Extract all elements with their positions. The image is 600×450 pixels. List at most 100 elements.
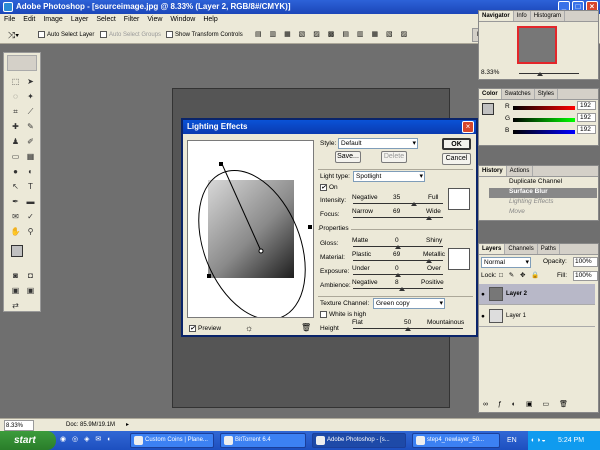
tab-channels[interactable]: Channels (505, 244, 538, 254)
type-tool-icon[interactable]: T (24, 180, 37, 193)
trash-icon[interactable]: 🗑 (301, 323, 311, 332)
opacity-value[interactable]: 100% (573, 257, 598, 267)
taskbar-item[interactable]: step4_newlayer_50... (412, 433, 500, 448)
delete-button[interactable]: Delete (381, 151, 407, 163)
save-button[interactable]: Save... (335, 151, 361, 163)
hand-tool-icon[interactable]: ✋ (9, 225, 22, 238)
tab-navigator[interactable]: Navigator (479, 11, 514, 21)
menu-file[interactable]: File (0, 14, 19, 26)
imageready-icon[interactable]: ⇄ (9, 299, 22, 312)
color-fg-swatch[interactable] (482, 103, 494, 115)
tab-history[interactable]: History (479, 166, 507, 176)
light-color-swatch[interactable] (448, 188, 470, 210)
shape-tool-icon[interactable]: ▬ (24, 195, 37, 208)
layer-row[interactable]: ● Layer 1 (479, 306, 595, 327)
notes-tool-icon[interactable]: ✉ (9, 210, 22, 223)
menu-select[interactable]: Select (92, 14, 119, 26)
auto-select-groups-option[interactable]: Auto Select Groups (100, 26, 161, 44)
tray-icons[interactable]: ◐◑◒ (531, 431, 547, 450)
lock-icons[interactable]: □ ✎ ✥ 🔒 (499, 271, 541, 279)
ambient-color-swatch[interactable] (448, 248, 470, 270)
height-slider[interactable] (353, 327, 463, 331)
screen-mode-icon[interactable]: ▣ (9, 284, 22, 297)
pen-tool-icon[interactable]: ✒ (9, 195, 22, 208)
align-buttons[interactable]: ▤ ▥ ▦ ▧ ▨ ▩ ▤ ▥ ▦ ▧ ▨ (255, 26, 410, 44)
zoom-tool-icon[interactable]: ⚲ (24, 225, 37, 238)
healing-brush-icon[interactable]: ✚ (9, 120, 22, 133)
dialog-close-button[interactable]: × (462, 121, 474, 133)
show-transform-controls-option[interactable]: Show Transform Controls (166, 26, 243, 44)
move-tool-icon[interactable]: ⤨▾ (8, 26, 19, 44)
quick-launch-icons[interactable]: ◉ ◎ ◈ ✉ ◐ (60, 435, 113, 443)
tab-styles[interactable]: Styles (535, 89, 559, 99)
spotlight-ellipse[interactable] (188, 141, 314, 318)
eraser-tool-icon[interactable]: ▭ (9, 150, 22, 163)
material-slider[interactable] (353, 259, 443, 263)
fill-value[interactable]: 100% (573, 271, 598, 281)
cancel-button[interactable]: Cancel (442, 153, 471, 165)
crop-tool-icon[interactable]: ⌗ (9, 105, 22, 118)
slice-tool-icon[interactable]: ⟋ (24, 105, 37, 118)
marquee-tool-icon[interactable]: ⬚ (9, 75, 22, 88)
tab-color[interactable]: Color (479, 89, 502, 99)
move-tool-icon[interactable]: ➤ (24, 75, 37, 88)
light-type-select[interactable]: Spotlight (353, 171, 425, 182)
g-value[interactable]: 192 (577, 113, 596, 122)
dodge-tool-icon[interactable]: ◐ (24, 165, 37, 178)
language-indicator[interactable]: EN (507, 431, 517, 450)
foreground-color-swatch[interactable] (11, 245, 23, 257)
tab-paths[interactable]: Paths (538, 244, 561, 254)
texture-channel-select[interactable]: Green copy (373, 298, 445, 309)
b-slider[interactable] (513, 130, 575, 134)
gloss-slider[interactable] (353, 245, 443, 249)
light-on-checkbox[interactable]: On (320, 184, 338, 191)
layer-row-active[interactable]: ● Layer 2 (479, 284, 595, 305)
magic-wand-icon[interactable]: ✦ (24, 90, 37, 103)
quick-mask-icon[interactable]: ◙ (9, 269, 22, 282)
menu-filter[interactable]: Filter (120, 14, 144, 26)
preview-checkbox[interactable]: Preview (189, 325, 221, 332)
navigator-preview[interactable] (517, 26, 557, 64)
light-bulb-icon[interactable]: ☼ (245, 323, 253, 333)
start-button[interactable]: start (0, 431, 56, 450)
blend-mode-select[interactable]: Normal (481, 257, 531, 268)
tab-layers[interactable]: Layers (479, 244, 506, 254)
menu-image[interactable]: Image (39, 14, 66, 26)
lasso-tool-icon[interactable]: ◌ (9, 90, 22, 103)
focus-slider[interactable] (353, 216, 443, 220)
standard-mode-icon[interactable]: ◘ (24, 269, 37, 282)
g-slider[interactable] (513, 118, 575, 122)
taskbar-item[interactable]: Custom Coins | Plane... (130, 433, 214, 448)
ok-button[interactable]: OK (442, 138, 471, 150)
full-screen-icon[interactable]: ▣ (24, 284, 37, 297)
r-slider[interactable] (513, 106, 575, 110)
menu-view[interactable]: View (143, 14, 166, 26)
eyedropper-icon[interactable]: ✓ (24, 210, 37, 223)
eye-icon[interactable]: ● (481, 306, 485, 327)
history-item[interactable]: Lighting Effects (489, 198, 597, 208)
menu-edit[interactable]: Edit (19, 14, 39, 26)
light-preview-area[interactable] (187, 140, 314, 318)
history-brush-icon[interactable]: ✐ (24, 135, 37, 148)
navigator-zoom[interactable]: 8.33% (481, 69, 499, 76)
b-value[interactable]: 192 (577, 125, 596, 134)
history-item[interactable]: Duplicate Channel (489, 178, 597, 188)
intensity-slider[interactable] (353, 202, 443, 206)
exposure-slider[interactable] (353, 273, 443, 277)
menu-help[interactable]: Help (199, 14, 221, 26)
gradient-tool-icon[interactable]: ▦ (24, 150, 37, 163)
auto-select-layer-option[interactable]: Auto Select Layer (38, 26, 94, 44)
tab-info[interactable]: Info (514, 11, 531, 21)
menu-layer[interactable]: Layer (67, 14, 93, 26)
navigator-zoom-slider[interactable] (519, 72, 579, 76)
style-select[interactable]: Default (338, 138, 418, 149)
menu-window[interactable]: Window (166, 14, 199, 26)
blur-tool-icon[interactable]: ● (9, 165, 22, 178)
layer-bottom-buttons[interactable]: ∞ ƒ ◐ ▣ ▭ 🗑 (483, 400, 572, 408)
path-selection-icon[interactable]: ↖ (9, 180, 22, 193)
tab-swatches[interactable]: Swatches (502, 89, 535, 99)
taskbar-item-active[interactable]: Adobe Photoshop - [s... (312, 433, 406, 448)
r-value[interactable]: 192 (577, 101, 596, 110)
history-item-active[interactable]: Surface Blur (489, 188, 597, 198)
ambience-slider[interactable] (353, 287, 443, 291)
